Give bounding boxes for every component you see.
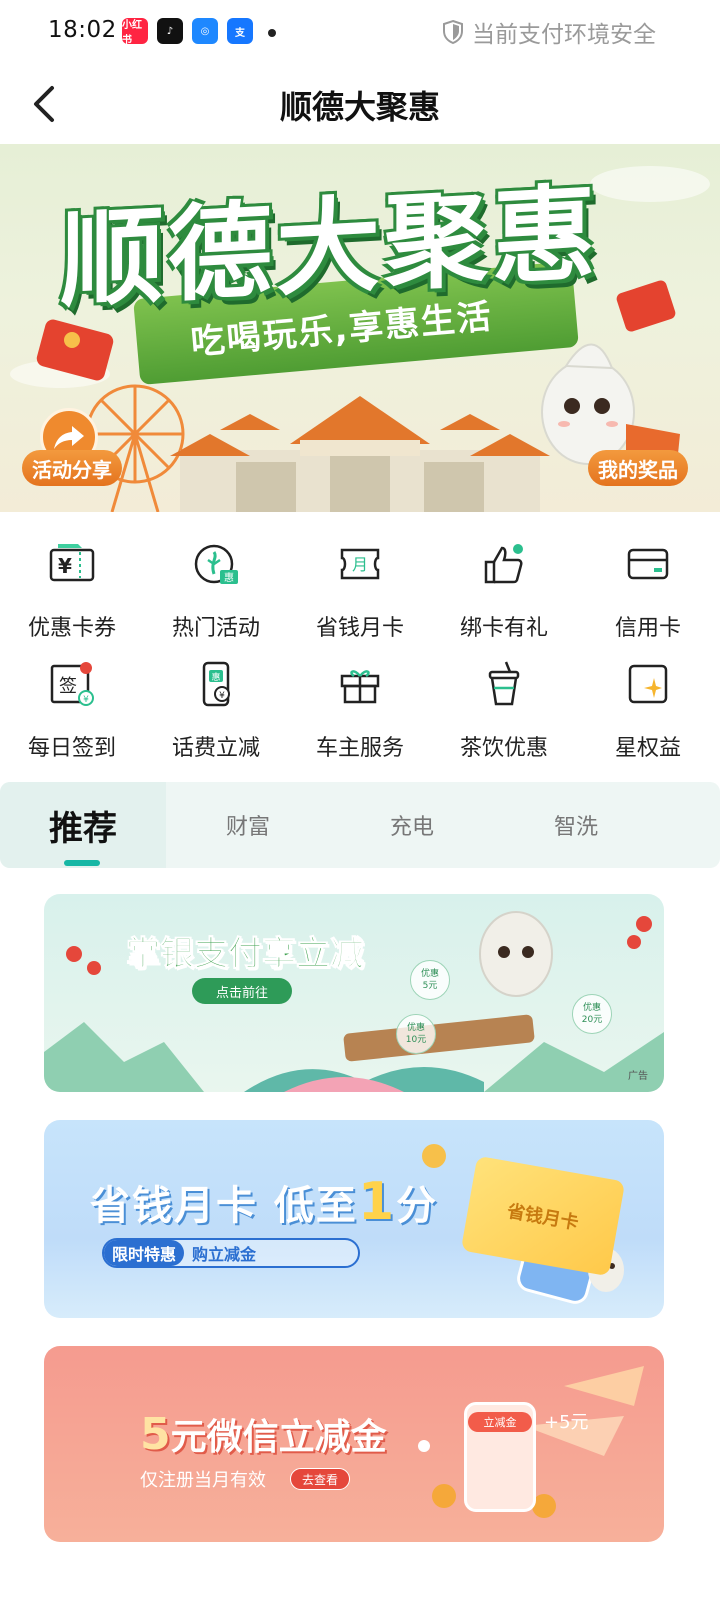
bonus-text: +5元: [544, 1412, 589, 1433]
xiaohongshu-app-icon: 小红书: [122, 18, 148, 46]
svg-text:¥: ¥: [58, 554, 72, 578]
grid-item-daily-checkin[interactable]: 签 ¥ 每日签到: [0, 650, 144, 770]
hero-title: 顺德大聚惠: [60, 171, 601, 323]
svg-text:¥: ¥: [83, 695, 89, 705]
tab-charging[interactable]: 充电: [330, 782, 494, 868]
grid-item-bind-card-gift[interactable]: 绑卡有礼: [432, 530, 576, 650]
grid-item-star-rights[interactable]: 星权益: [576, 650, 720, 770]
grid-label: 茶饮优惠: [459, 736, 548, 761]
tab-recommend[interactable]: 推荐: [0, 782, 166, 868]
grid-label: 车主服务: [315, 736, 404, 761]
hot-activity-icon: 惠: [194, 544, 238, 584]
svg-text:签: 签: [59, 676, 77, 697]
coins-illustration: [418, 1366, 644, 1518]
gift-box-icon: [340, 670, 380, 704]
grid-item-coupons[interactable]: ¥ 优惠卡券: [0, 530, 144, 650]
grid-label: 话费立减: [171, 736, 260, 761]
my-prizes-button[interactable]: 我的奖品: [588, 450, 688, 486]
svg-text:月: 月: [352, 555, 368, 574]
grid-label: 信用卡: [614, 616, 681, 641]
coupon-ticket-icon: ¥: [49, 544, 95, 582]
promo-banner-wechat-coupon[interactable]: 5元微信立减金 仅注册当月有效 去查看 立减金 +5元: [44, 1346, 664, 1542]
checkin-icon: 签 ¥: [50, 662, 94, 706]
grid-item-monthly-card[interactable]: 月 省钱月卡: [288, 530, 432, 650]
promo-banner-monthly-card[interactable]: 省钱月卡 低至1分 限时特惠 购立减金 省钱月卡: [44, 1120, 664, 1318]
credit-card-icon: [627, 548, 669, 580]
douyin-app-icon: ♪: [157, 18, 183, 44]
grid-label: 每日签到: [27, 736, 116, 761]
star-rights-icon: [628, 664, 668, 704]
share-activity-button[interactable]: 活动分享: [22, 450, 122, 486]
tab-label: 智洗: [553, 815, 598, 840]
page-title: 顺德大聚惠: [279, 88, 440, 126]
grid-item-hot-activity[interactable]: 惠 热门活动: [144, 530, 288, 650]
shield-icon: [443, 19, 463, 45]
thumbs-up-icon: [484, 544, 523, 584]
notification-dot-icon: [268, 29, 276, 37]
hero-banner[interactable]: 顺德大聚惠 吃喝玩乐,享惠生活 活动分享 我的奖品: [0, 144, 720, 512]
alipay-app-icon: 支: [227, 18, 253, 44]
promo-banner-mobile-pay[interactable]: 掌银支付享立减 点击前往 优惠 5元 优惠 10元 优惠 20元 广告: [44, 894, 664, 1092]
status-time: 18:02: [48, 17, 117, 43]
svg-text:惠: 惠: [211, 671, 220, 683]
decor-illustration: [66, 911, 652, 1062]
monthly-card-icon: 月: [340, 548, 380, 580]
header-bar: 顺德大聚惠: [0, 64, 720, 144]
phone-bill-icon: 惠 ¥: [202, 661, 230, 707]
tab-smart-wash[interactable]: 智洗: [494, 782, 658, 868]
coupon-bubble: 优惠 20元: [572, 994, 612, 1034]
grid-item-car-owner[interactable]: 车主服务: [288, 650, 432, 770]
grid-item-phone-bill[interactable]: 惠 ¥ 话费立减: [144, 650, 288, 770]
svg-text:¥: ¥: [219, 691, 225, 701]
ad-tag: 广告: [628, 1071, 648, 1082]
tab-label: 财富: [225, 815, 270, 840]
grid-label: 绑卡有礼: [459, 616, 548, 641]
banner-go-button[interactable]: 点击前往: [192, 978, 292, 1004]
grid-label: 省钱月卡: [315, 616, 404, 641]
blue-app-icon: ◎: [192, 18, 218, 44]
tab-label: 充电: [389, 815, 434, 840]
grid-label: 优惠卡券: [27, 616, 116, 641]
grid-item-tea-drinks[interactable]: 茶饮优惠: [432, 650, 576, 770]
security-indicator: 当前支付环境安全: [442, 17, 656, 48]
coupon-badge: 立减金: [468, 1412, 532, 1432]
svg-text:惠: 惠: [224, 571, 234, 584]
tab-wealth[interactable]: 财富: [166, 782, 330, 868]
coupon-bubble: 优惠 10元: [396, 1014, 436, 1054]
tab-label: 推荐: [49, 808, 117, 849]
grid-label: 星权益: [614, 736, 681, 761]
banner-title: 掌银支付享立减: [126, 934, 365, 975]
grid-label: 热门活动: [171, 616, 260, 641]
grid-item-credit-card[interactable]: 信用卡: [576, 530, 720, 650]
tab-indicator: [64, 860, 100, 866]
status-bar: 18:02 小红书 ♪ ◎ 支 当前支付环境安全: [0, 0, 720, 64]
tea-cup-icon: [488, 661, 520, 706]
category-tabs: 推荐 财富 充电 智洗: [0, 782, 720, 868]
coupon-bubble: 优惠 5元: [410, 960, 450, 1000]
security-text: 当前支付环境安全: [472, 22, 656, 48]
